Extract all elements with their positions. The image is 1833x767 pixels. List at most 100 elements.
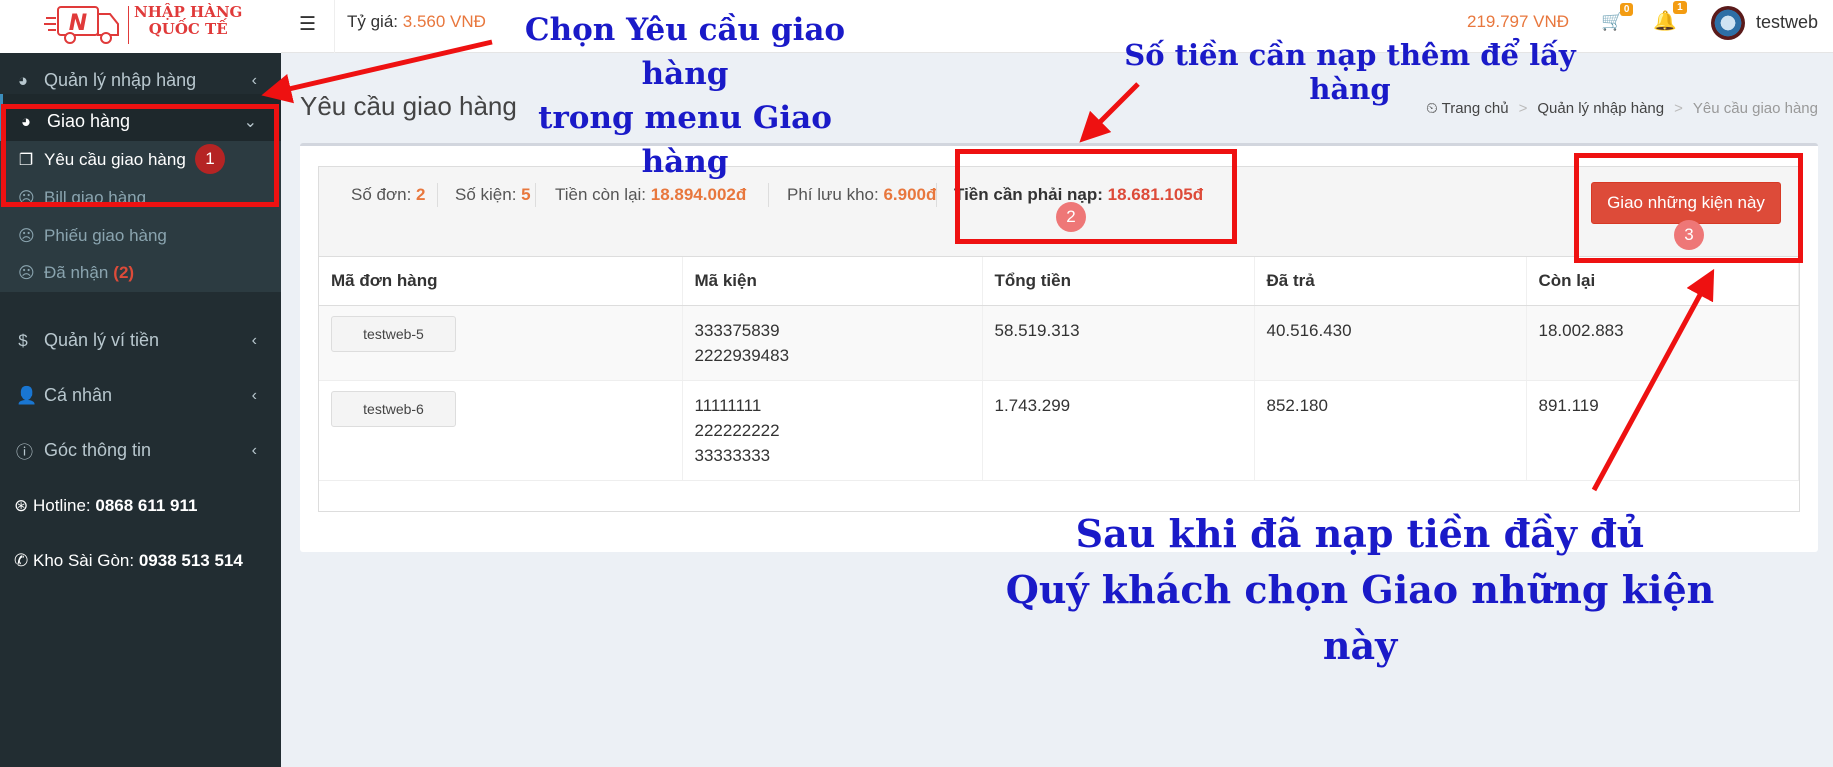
package-code: 222222222 <box>694 420 780 440</box>
remaining-money: Tiền còn lại: 18.894.002đ <box>555 185 746 205</box>
package-codes-cell: 333375839 2222939483 <box>682 305 983 381</box>
remaining-value: 18.894.002đ <box>650 185 747 204</box>
annotation-deliver-instruction: Sau khi đã nạp tiền đầy đủ Quý khách chọ… <box>990 506 1730 674</box>
chevron-left-icon: ‹ <box>251 386 257 404</box>
logo-line2: QUỐC TẾ <box>148 20 228 38</box>
submenu-item-received[interactable]: ☹ Đã nhận (2) <box>0 254 281 291</box>
pie-chart-icon: ◕ <box>17 70 29 90</box>
breadcrumb-current: Yêu cầu giao hàng <box>1692 100 1818 117</box>
paid-cell: 40.516.430 <box>1254 305 1527 381</box>
remaining-cell: 891.119 <box>1526 380 1799 481</box>
table-row: testweb-5 333375839 2222939483 58.519.31… <box>319 305 1799 381</box>
warehouse-label: Kho Sài Gòn: <box>32 551 135 570</box>
dollar-icon: $ <box>18 330 28 350</box>
orders-table: Mã đơn hàng Mã kiện Tổng tiền Đã trả Còn… <box>319 257 1799 481</box>
wallet-balance[interactable]: 219.797 VNĐ <box>1467 12 1569 32</box>
avatar[interactable] <box>1711 6 1745 40</box>
order-code-cell: testweb-5 <box>319 305 683 381</box>
summary-divider <box>535 183 536 207</box>
annotation-deliver-line1: Sau khi đã nạp tiền đầy đủ <box>1075 511 1645 556</box>
annotation-box-amount <box>955 149 1237 244</box>
table-header-row: Mã đơn hàng Mã kiện Tổng tiền Đã trả Còn… <box>319 257 1799 306</box>
sidebar-item-info-corner[interactable]: ⓘ Góc thông tin ‹ <box>0 423 281 478</box>
orders-value: 2 <box>416 185 426 204</box>
sidebar-item-label: Quản lý ví tiền <box>44 330 160 350</box>
cart-icon[interactable]: 🛒 0 <box>1601 3 1634 32</box>
warehouse-value: 0938 513 514 <box>138 551 243 570</box>
annotation-menu-line1: Chọn Yêu cầu giao hàng <box>524 12 846 92</box>
hotline: ⊛ Hotline: 0868 611 911 <box>14 496 197 516</box>
package-code: 11111111 <box>694 395 762 415</box>
remaining-label: Tiền còn lại: <box>555 185 647 204</box>
annotation-box-menu <box>1 104 279 207</box>
logo[interactable]: N NHẬP HÀNG QUỐC TẾ <box>0 0 281 53</box>
menu-toggle-icon[interactable]: ☰ <box>299 13 316 36</box>
submenu-item-label: Phiếu giao hàng <box>44 225 167 245</box>
step-3-badge: 3 <box>1674 220 1704 250</box>
package-code: 33333333 <box>694 445 771 465</box>
order-code-button[interactable]: testweb-5 <box>331 315 456 352</box>
received-count: (2) <box>113 262 135 282</box>
storage-label: Phí lưu kho: <box>787 185 879 204</box>
annotation-amount-note: Số tiền cần nạp thêm để lấy hàng <box>1124 38 1576 106</box>
table-row: testweb-6 11111111 222222222 33333333 1.… <box>319 380 1799 481</box>
notification-badge: 1 <box>1673 1 1687 14</box>
orders-count: Số đơn: 2 <box>351 185 426 205</box>
submenu-item-label: Đã nhận <box>44 262 109 282</box>
column-header-remaining: Còn lại <box>1526 257 1799 306</box>
bell-icon[interactable]: 🔔 1 <box>1653 1 1687 33</box>
sidebar-item-label: Góc thông tin <box>44 440 152 460</box>
column-header-order-code: Mã đơn hàng <box>319 257 683 306</box>
storage-value: 6.900đ <box>883 185 937 204</box>
username[interactable]: testweb <box>1756 12 1818 33</box>
total-cell: 58.519.313 <box>982 305 1255 381</box>
frown-icon: ☹ <box>18 227 35 245</box>
annotation-menu-line2: trong menu Giao hàng <box>538 100 832 180</box>
summary-divider <box>936 183 937 207</box>
packages-count: Số kiện: 5 <box>455 185 531 205</box>
exchange-rate-label: Tỷ giá: <box>347 12 399 31</box>
column-header-paid: Đã trả <box>1254 257 1527 306</box>
logo-line1: NHẬP HÀNG <box>134 3 243 21</box>
breadcrumb-separator: > <box>1674 100 1683 117</box>
exchange-rate-value: 3.560 VNĐ <box>402 12 486 31</box>
frown-icon: ☹ <box>18 264 35 282</box>
chevron-left-icon: ‹ <box>251 441 257 459</box>
orders-label: Số đơn: <box>351 185 412 204</box>
total-cell: 1.743.299 <box>982 380 1255 481</box>
user-icon: 👤 <box>16 385 38 405</box>
exchange-rate: Tỷ giá: 3.560 VNĐ <box>347 12 486 32</box>
column-header-total: Tổng tiền <box>982 257 1255 306</box>
packages-label: Số kiện: <box>455 185 517 204</box>
logo-letter: N <box>69 11 87 36</box>
order-code-cell: testweb-6 <box>319 380 683 481</box>
package-code: 333375839 <box>694 320 780 340</box>
remaining-cell: 18.002.883 <box>1526 305 1799 381</box>
summary-divider <box>437 183 438 207</box>
step-1-badge: 1 <box>195 144 225 174</box>
package-code: 2222939483 <box>694 345 790 365</box>
sidebar-item-label: Quản lý nhập hàng <box>44 70 197 90</box>
sidebar-item-personal[interactable]: 👤 Cá nhân ‹ <box>0 368 281 423</box>
step-2-badge: 2 <box>1056 202 1086 232</box>
order-code-button[interactable]: testweb-6 <box>331 390 456 427</box>
truck-logo-icon: N <box>44 6 119 44</box>
hotline-value: 0868 611 911 <box>95 496 198 515</box>
lifebuoy-icon: ⊛ <box>14 496 29 515</box>
annotation-menu-instruction: Chọn Yêu cầu giao hàng trong menu Giao h… <box>505 8 865 184</box>
chevron-left-icon: ‹ <box>251 331 257 349</box>
column-header-package-code: Mã kiện <box>682 257 983 306</box>
sidebar-item-label: Cá nhân <box>44 385 113 405</box>
package-codes-cell: 11111111 222222222 33333333 <box>682 380 983 481</box>
warehouse-phone: ✆ Kho Sài Gòn: 0938 513 514 <box>14 551 243 571</box>
page-title: Yêu cầu giao hàng <box>300 91 517 121</box>
sidebar-item-wallet[interactable]: $ Quản lý ví tiền ‹ <box>0 313 281 368</box>
submenu-item-delivery-slip[interactable]: ☹ Phiếu giao hàng <box>0 217 281 254</box>
chevron-left-icon: ‹ <box>251 71 257 89</box>
summary-divider <box>768 183 769 207</box>
info-icon: ⓘ <box>16 443 33 462</box>
paid-cell: 852.180 <box>1254 380 1527 481</box>
storage-fee: Phí lưu kho: 6.900đ <box>787 185 936 205</box>
packages-value: 5 <box>521 185 531 204</box>
phone-icon: ✆ <box>14 551 29 570</box>
